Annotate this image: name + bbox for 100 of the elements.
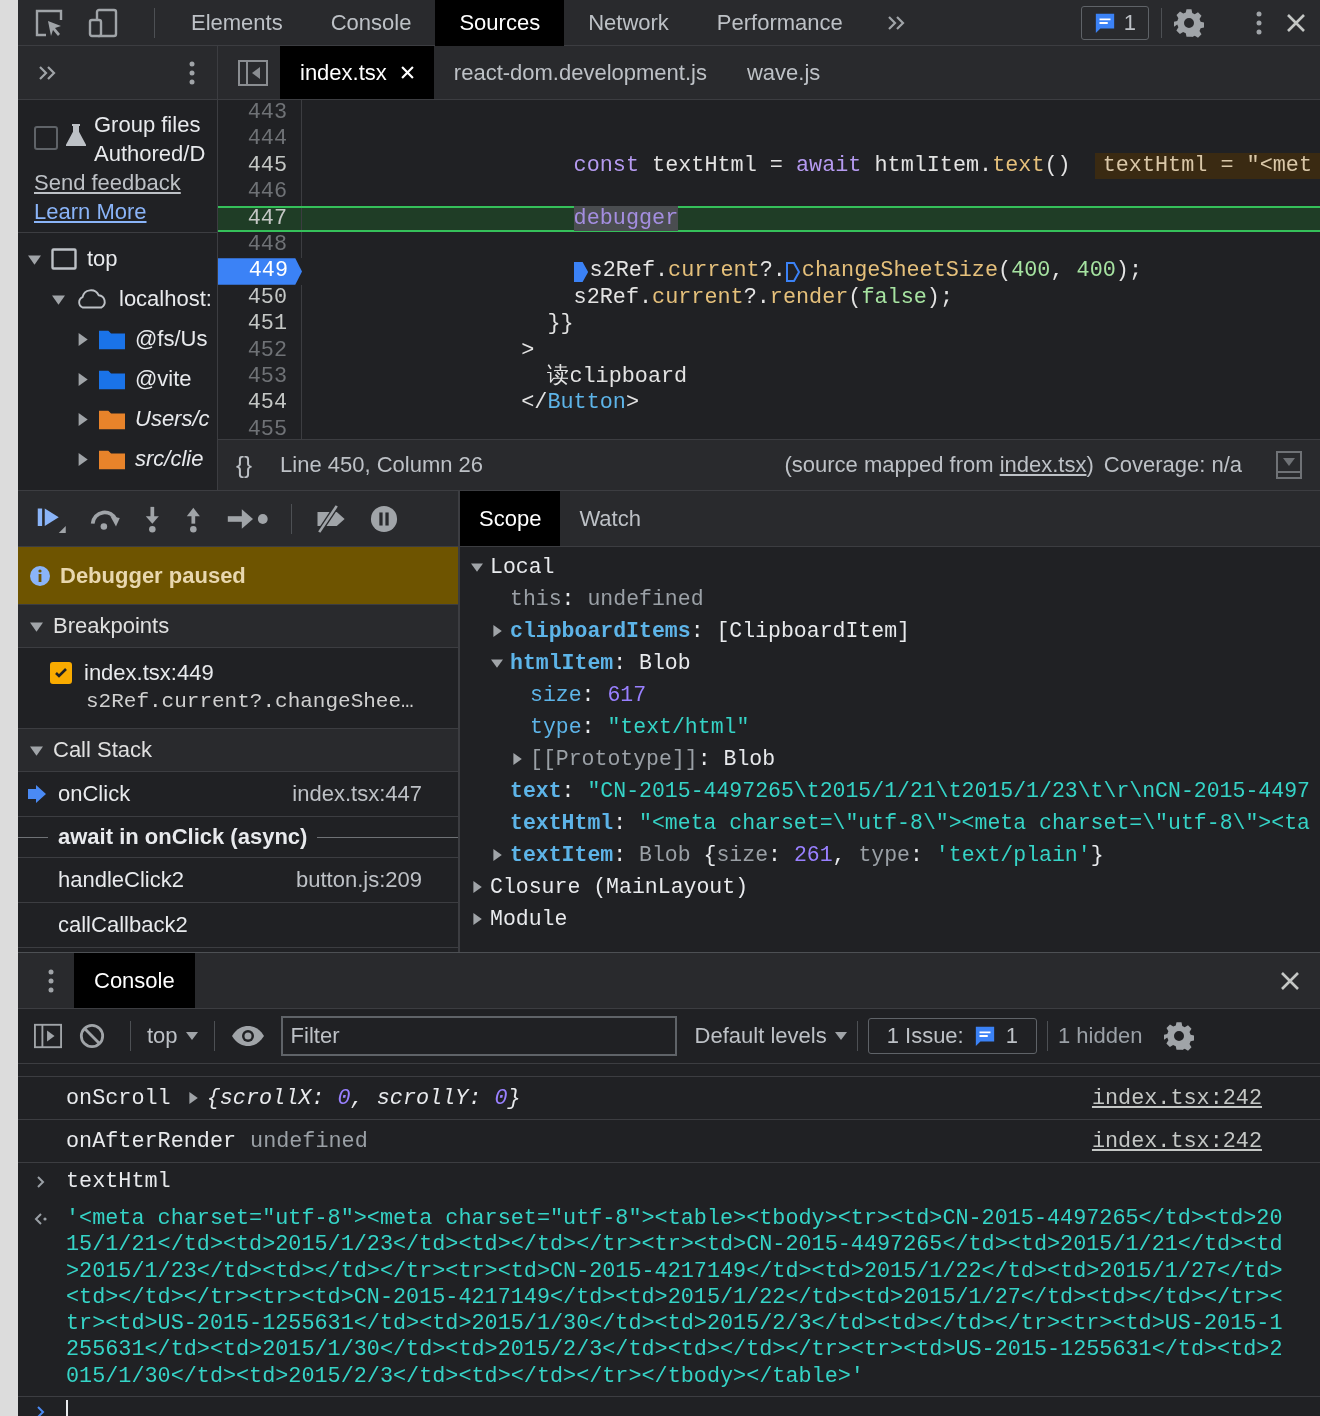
step-marker-icon[interactable] bbox=[573, 261, 588, 282]
collapse-triangle-icon[interactable] bbox=[490, 657, 504, 669]
expand-triangle-icon[interactable] bbox=[490, 625, 504, 637]
function-name: handleClick2 bbox=[58, 867, 184, 893]
code-text: changeSheetSize(400, 400); bbox=[801, 258, 1142, 285]
toggle-panel-icon[interactable] bbox=[1276, 451, 1302, 479]
caret-icon bbox=[185, 1031, 198, 1041]
pause-icon[interactable] bbox=[369, 504, 398, 533]
learn-more-link[interactable]: Learn More bbox=[34, 197, 147, 226]
expand-triangle-icon[interactable] bbox=[76, 412, 89, 426]
expand-triangle-icon[interactable] bbox=[470, 913, 484, 925]
code-text: }} bbox=[546, 311, 574, 338]
log-message: onScroll bbox=[66, 1085, 171, 1111]
tree-item[interactable]: localhost: bbox=[119, 286, 212, 312]
checkbox-label: Authored/D bbox=[94, 140, 206, 168]
eye-icon[interactable] bbox=[230, 1025, 265, 1047]
feedback-link[interactable]: Send feedback bbox=[34, 168, 181, 197]
scope-entry: type: "text/html" bbox=[530, 715, 750, 739]
line-number[interactable]: 447 bbox=[218, 207, 302, 230]
device-icon[interactable] bbox=[88, 7, 118, 38]
checkbox[interactable] bbox=[50, 662, 72, 684]
more-options-icon[interactable] bbox=[48, 968, 54, 993]
tree-item[interactable]: @fs/Us bbox=[135, 326, 208, 352]
panel-tab[interactable]: Elements bbox=[167, 0, 307, 46]
more-tabs-icon[interactable] bbox=[38, 64, 58, 81]
more-options-icon[interactable] bbox=[1256, 10, 1262, 35]
async-separator: await in onClick (async) bbox=[58, 824, 308, 850]
log-levels-dropdown[interactable]: Default levels bbox=[694, 1023, 847, 1049]
scope-entry: Closure (MainLayout) bbox=[490, 875, 749, 899]
code-text: s2Ref.current?.render(false); bbox=[572, 284, 953, 312]
tree-item[interactable]: top bbox=[87, 246, 118, 272]
call-frame[interactable]: handleClick2 button.js:209 bbox=[18, 858, 458, 903]
line-number[interactable]: 451 bbox=[218, 311, 302, 338]
tree-item[interactable]: Users/c bbox=[135, 406, 210, 432]
filter-field[interactable]: Filter bbox=[280, 1016, 677, 1056]
checkbox[interactable] bbox=[34, 126, 58, 150]
scope-entry: text: "CN-2015-4497265\t2015/1/21\t2015/1/23\t\r\nCN-2015-4497 bbox=[510, 779, 1310, 803]
panel-tab[interactable]: Console bbox=[306, 0, 436, 46]
window-icon bbox=[51, 248, 77, 270]
step-into-icon[interactable] bbox=[143, 504, 162, 533]
context-dropdown[interactable]: top bbox=[141, 1023, 204, 1049]
expand-triangle-icon[interactable] bbox=[490, 849, 504, 861]
collapse-triangle-icon[interactable] bbox=[470, 561, 484, 573]
more-tabs-icon[interactable] bbox=[886, 14, 907, 31]
settings-icon[interactable] bbox=[1174, 7, 1204, 38]
scope-entry: htmlItem: Blob bbox=[510, 651, 691, 675]
file-tab[interactable]: react-dom.development.js bbox=[433, 46, 727, 99]
settings-icon[interactable] bbox=[1164, 1021, 1195, 1051]
issues-button[interactable]: 1 Issue: 1 bbox=[867, 1018, 1037, 1054]
message-icon bbox=[973, 1025, 996, 1047]
tree-item[interactable]: src/clie bbox=[135, 446, 204, 472]
sidebar-toggle-icon[interactable] bbox=[34, 1023, 62, 1049]
expand-triangle-icon[interactable] bbox=[186, 1091, 199, 1105]
panel-tab[interactable]: Sources bbox=[435, 0, 565, 46]
expand-triangle-icon[interactable] bbox=[76, 452, 89, 466]
file-tab[interactable]: index.tsx bbox=[280, 46, 434, 99]
tree-item[interactable]: @vite bbox=[135, 366, 192, 392]
sidebar-tab[interactable]: Watch bbox=[560, 491, 660, 546]
step-marker-icon[interactable] bbox=[785, 261, 800, 282]
source-link[interactable]: index.tsx:242 bbox=[1091, 1085, 1262, 1111]
call-frame[interactable]: onClick index.tsx:447 bbox=[18, 772, 458, 817]
close-icon[interactable] bbox=[1286, 12, 1306, 33]
close-icon[interactable] bbox=[1280, 970, 1300, 991]
section-header[interactable]: Breakpoints bbox=[18, 604, 458, 648]
function-name: callCallback2 bbox=[58, 912, 188, 938]
pretty-print-button[interactable]: {} bbox=[236, 451, 253, 479]
sidebar-toggle-icon[interactable] bbox=[238, 59, 268, 86]
code-text: const textHtml = await htmlItem.text() bbox=[572, 152, 1071, 180]
panel-tab[interactable]: Network bbox=[564, 0, 693, 46]
sidebar-tab[interactable]: Scope bbox=[460, 491, 561, 546]
breakpoint-marker[interactable]: 449 bbox=[218, 258, 302, 285]
function-name: onClick bbox=[58, 781, 131, 807]
expand-triangle-icon[interactable] bbox=[76, 372, 89, 386]
log-value: undefined bbox=[249, 1128, 368, 1154]
call-frame[interactable]: callCallback2 bbox=[18, 903, 458, 948]
expand-triangle-icon[interactable] bbox=[510, 753, 524, 765]
drawer-tab[interactable]: Console bbox=[74, 953, 195, 1008]
info-icon bbox=[30, 565, 50, 586]
clear-icon[interactable] bbox=[78, 1023, 106, 1049]
caret-icon bbox=[834, 1031, 847, 1041]
more-options-icon[interactable] bbox=[189, 60, 195, 85]
panel-tab[interactable]: Performance bbox=[692, 0, 867, 46]
frame-location: button.js:209 bbox=[296, 867, 422, 893]
expand-triangle-icon[interactable] bbox=[76, 332, 89, 346]
source-link[interactable]: index.tsx:242 bbox=[1091, 1128, 1262, 1154]
issues-button[interactable]: 1 bbox=[1080, 5, 1149, 40]
inspect-icon[interactable] bbox=[34, 7, 64, 38]
flask-icon bbox=[66, 124, 86, 146]
line-number[interactable]: 454 bbox=[218, 390, 302, 417]
section-header[interactable]: Call Stack bbox=[18, 728, 458, 772]
result-value: '<meta charset="utf-8"><meta charset="utf-8"><table><tbody><tr><td>CN-2015-4497265</td><td>2015/1/21</td><td>2015/1/23</td><td></td></tr><tr><td>CN-2015-4497265</td><td>2015/1/21</td><td>2015/1/23</td><td></td></tr><tr><td>CN-2015-4217149</td><td>2015/1/22</td><td>2015/1/27</td><td></td></tr><tr><td>CN-2015-4217149</td><td>2015/1/22</td><td>2015/1/27</td><td></td></tr><tr><td>US-2015-1255631</td><td>2015/1/30</td><td>2015/2/3</td><td></td></tr><tr><td>US-2015-1255631</td><td>2015/1/30</td><td>2015/2/3</td><td></td></tr><tr><td>US-2015-1255631</td><td>2015/1/30</td><td>2015/2/3</td><td></td></tr></tbody></table>' bbox=[66, 1206, 1284, 1391]
result-arrow-icon bbox=[34, 1212, 48, 1226]
line-number[interactable]: 445 bbox=[218, 152, 302, 180]
code-text: > bbox=[520, 337, 535, 364]
line-number[interactable]: 450 bbox=[218, 284, 302, 312]
section-title: Breakpoints bbox=[53, 613, 170, 639]
expand-triangle-icon[interactable] bbox=[470, 881, 484, 893]
file-tab[interactable]: wave.js bbox=[726, 46, 841, 99]
log-message: onAfterRender bbox=[66, 1128, 237, 1154]
checkbox-label: Group files bbox=[94, 111, 202, 139]
